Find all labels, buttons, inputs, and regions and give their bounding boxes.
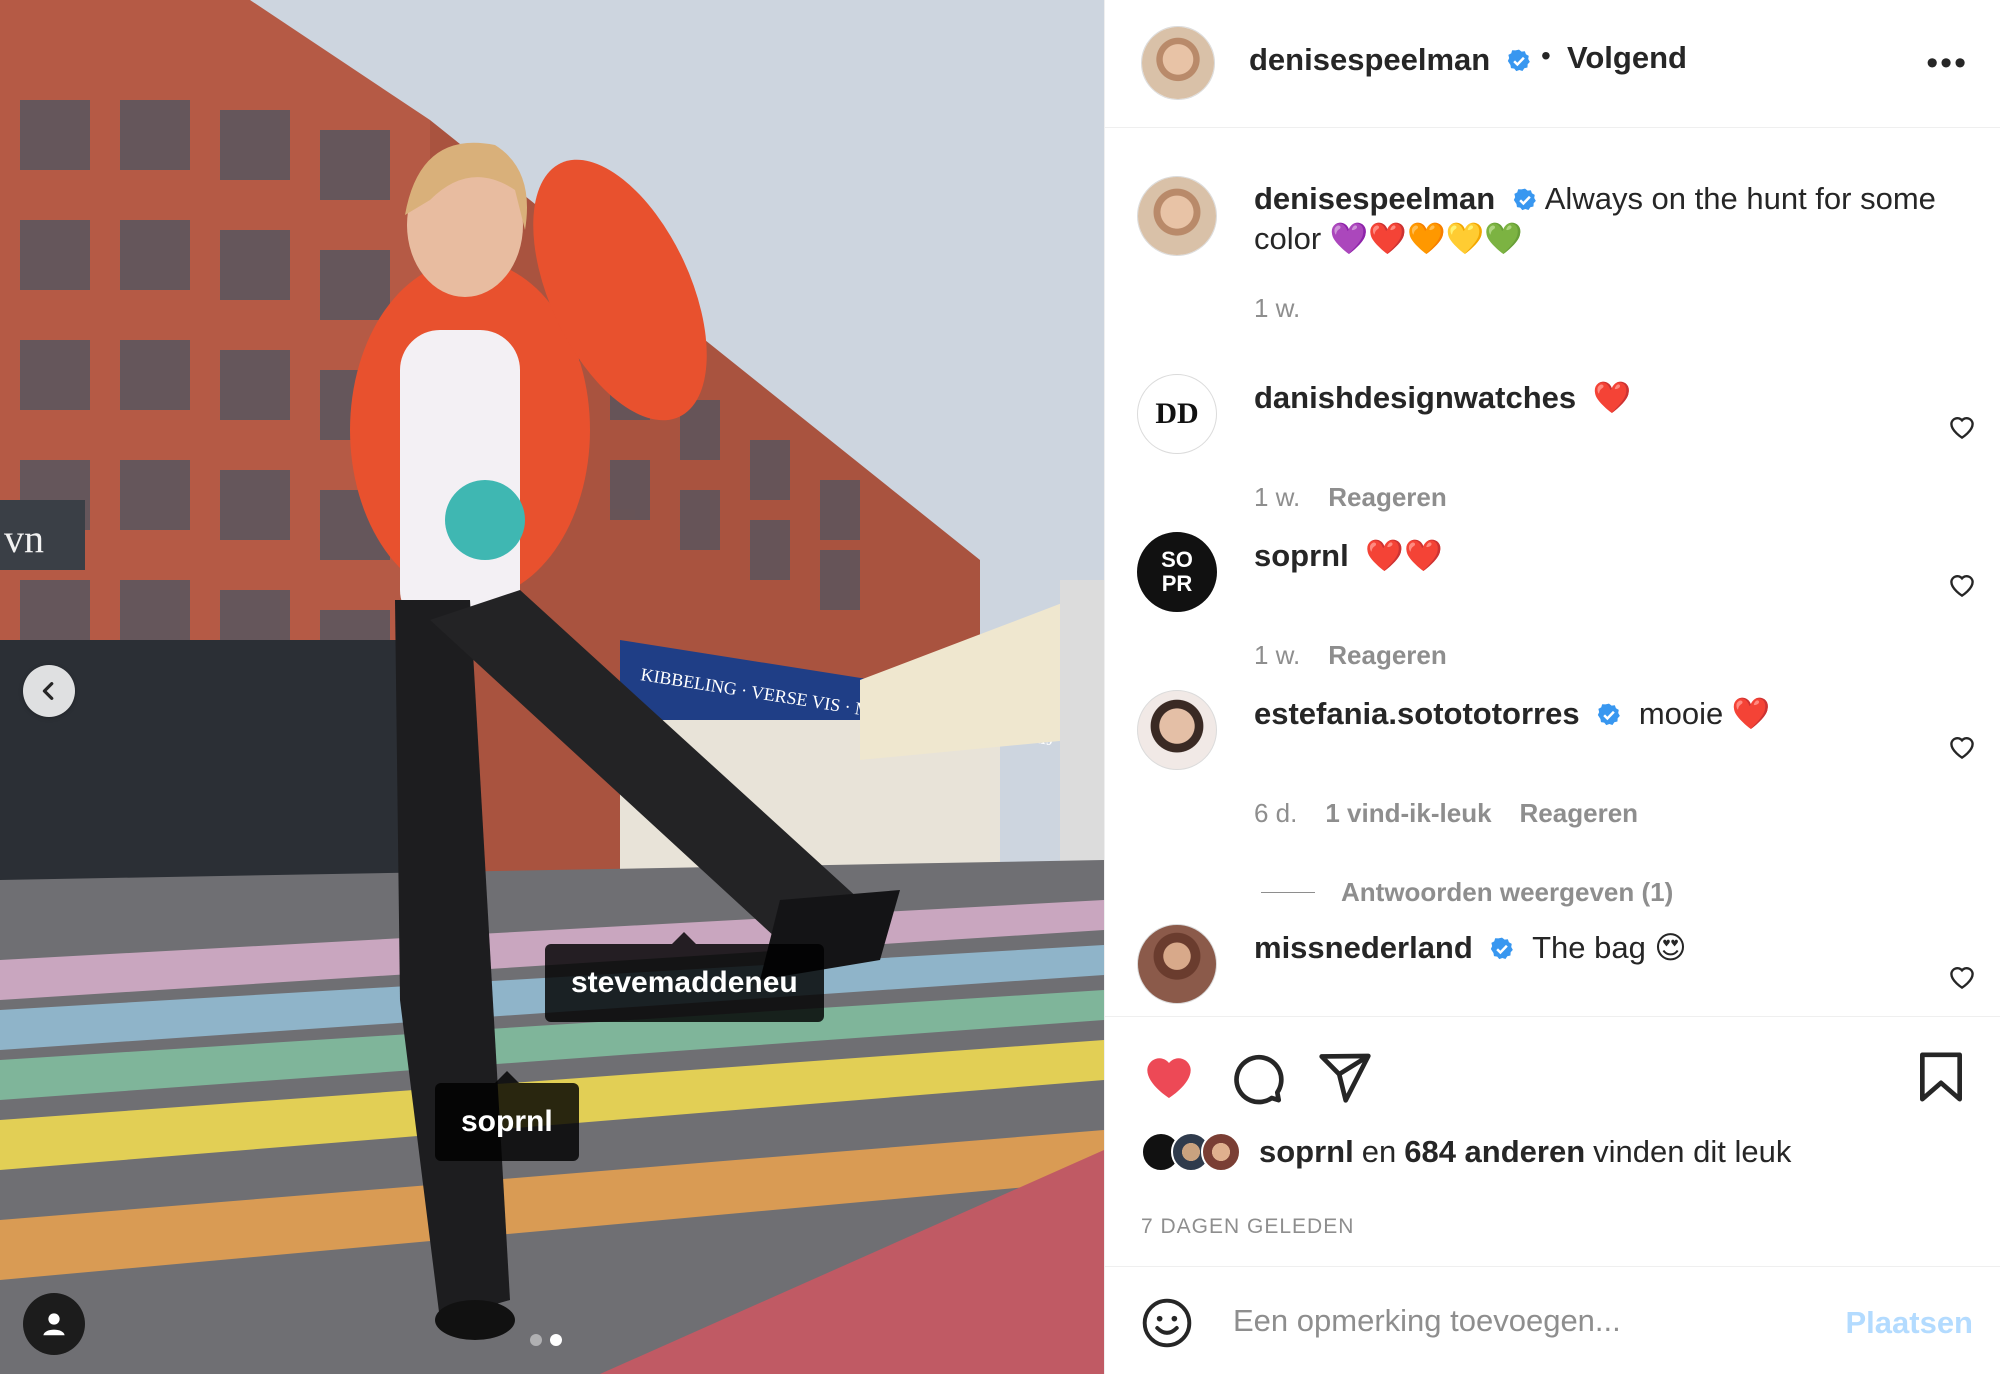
commenter-avatar[interactable]: SO PR [1137,532,1217,612]
verified-badge-icon [1598,703,1621,726]
comment-like-heart-icon[interactable] [1947,412,1977,442]
tagged-users-button[interactable] [23,1293,85,1355]
reply-button[interactable]: Reageren [1520,798,1639,829]
likes-summary: soprnl en 684 anderen vinden dit leuk [1141,1132,1791,1172]
caption-time: 1 w. [1254,293,1301,323]
post-actions: soprnl en 684 anderen vinden dit leuk 7 … [1105,1016,2000,1266]
comment-text: The bag 😍 [1532,930,1687,965]
header-separator: • [1541,40,1551,71]
chevron-left-icon [42,682,54,700]
comment-time: 1 w. [1254,482,1301,512]
commenter-avatar[interactable]: DD [1137,374,1217,454]
following-button[interactable]: Volgend [1567,40,1687,76]
previous-image-button[interactable] [23,665,75,717]
verified-badge-icon [1507,49,1530,72]
commenter-avatar[interactable] [1137,690,1217,770]
post-comment-button[interactable]: Plaatsen [1845,1305,1973,1341]
comment-meta: 1 w. Reageren [1254,482,1447,513]
carousel-dot [530,1334,542,1346]
save-bookmark-icon[interactable] [1913,1049,1969,1105]
comments-list[interactable]: denisespeelman Always on the hunt for so… [1105,129,2000,1016]
post-details-panel: denisespeelman • Volgend ••• denisespeel… [1104,0,2000,1374]
photo-tag-stevemaddeneu[interactable]: stevemaddeneu [545,932,824,1022]
carousel-indicator [530,1334,562,1346]
verified-badge-icon [1513,188,1536,211]
view-replies-button[interactable]: Antwoorden weergeven (1) [1261,877,1673,908]
reply-button[interactable]: Reageren [1328,482,1447,513]
commenter-username[interactable]: estefania.sotototorres [1254,696,1580,731]
comment-bubble-icon[interactable] [1229,1049,1285,1105]
user-icon [43,1313,65,1336]
commenter-avatar[interactable] [1137,924,1217,1004]
comment-time: 1 w. [1254,640,1301,670]
commenter-username[interactable]: danishdesignwatches [1254,380,1576,415]
post-timestamp[interactable]: 7 DAGEN GELEDEN [1141,1215,1354,1239]
likes-count[interactable]: 684 anderen [1404,1134,1585,1170]
comment-text: mooie ❤️ [1638,696,1771,731]
carousel-dot-active [550,1334,562,1346]
caption-meta: 1 w. [1254,293,1300,324]
more-options-icon[interactable]: ••• [1926,44,1968,83]
liker-avatars[interactable] [1141,1132,1241,1172]
comment-time: 6 d. [1254,798,1298,828]
comment-meta: 1 w. Reageren [1254,640,1447,671]
post-header: denisespeelman • Volgend ••• [1105,0,2000,128]
verified-badge-icon [1491,937,1514,960]
comment-likes-count[interactable]: 1 vind-ik-leuk [1325,798,1491,829]
liker-avatar [1201,1132,1241,1172]
like-heart-icon[interactable] [1141,1049,1197,1105]
comment-input[interactable] [1233,1293,1813,1349]
caption-author-avatar[interactable] [1137,176,1217,256]
street-scene-image: vn KIBBELING · VERSE VIS · MAALTIJDEN · … [0,0,1104,1374]
first-liker-username[interactable]: soprnl [1259,1134,1354,1170]
comment-text: ❤️ [1592,380,1632,415]
replies-divider [1261,892,1315,893]
reply-button[interactable]: Reageren [1328,640,1447,671]
author-avatar[interactable] [1141,26,1215,100]
post-photo[interactable]: vn KIBBELING · VERSE VIS · MAALTIJDEN · … [0,0,1104,1374]
comment-like-heart-icon[interactable] [1947,732,1977,762]
photo-tag-soprnl[interactable]: soprnl [435,1071,579,1161]
likes-connector: en [1361,1134,1397,1169]
author-username[interactable]: denisespeelman [1249,42,1490,78]
comment-meta: 6 d. 1 vind-ik-leuk Reageren [1254,798,1638,829]
commenter-username[interactable]: missnederland [1254,930,1473,965]
svg-text:vn: vn [4,516,44,561]
comment-text: ❤️❤️ [1365,538,1443,573]
add-comment-bar: Plaatsen [1105,1266,2000,1374]
share-send-icon[interactable] [1317,1049,1373,1105]
likes-suffix: vinden dit leuk [1593,1134,1792,1169]
caption-text: denisespeelman Always on the hunt for so… [1254,179,1954,259]
comment-like-heart-icon[interactable] [1947,570,1977,600]
commenter-username[interactable]: soprnl [1254,538,1349,573]
comment-like-heart-icon[interactable] [1947,962,1977,992]
caption-username[interactable]: denisespeelman [1254,181,1495,216]
emoji-icon[interactable] [1141,1297,1193,1349]
